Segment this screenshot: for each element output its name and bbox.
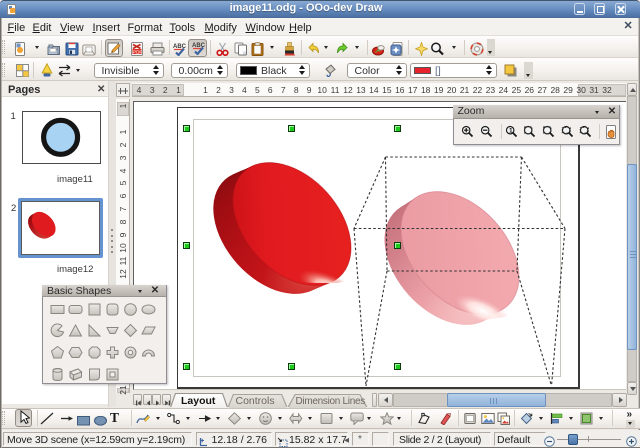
svg-text:PDF: PDF bbox=[133, 49, 142, 54]
